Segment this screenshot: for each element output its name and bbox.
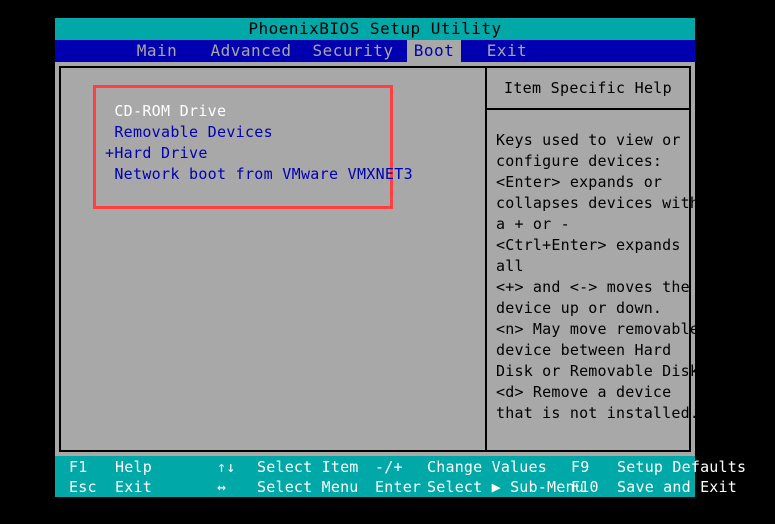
help-text-line: a + or - [496, 215, 570, 233]
footer-action-save-and-exit: Save and Exit [617, 478, 737, 496]
footer-key-f1[interactable]: F1 [69, 457, 111, 477]
boot-item-prefix [105, 165, 114, 183]
boot-item-label: Hard Drive [114, 144, 208, 162]
help-text-line: all [496, 257, 524, 275]
help-text-line: <+> and <-> moves the [496, 278, 690, 296]
footer-key-bar: F1 Help ↑↓ Select Item -/+ Change Values… [55, 456, 746, 497]
tab-exit[interactable]: Exit [467, 40, 547, 62]
help-text-line: <Enter> expands or [496, 173, 663, 191]
footer-key-f10[interactable]: F10 [571, 477, 615, 497]
footer-action-setup-defaults: Setup Defaults [617, 458, 747, 476]
help-text-line: collapses devices with [496, 194, 700, 212]
help-panel-text: Keys used to view or configure devices: … [496, 130, 700, 424]
help-text-line: that is not installed. [496, 404, 700, 422]
boot-item-prefix: + [105, 144, 115, 162]
up-down-arrow-icon: ↑↓ [217, 458, 236, 476]
page-title: PhoenixBIOS Setup Utility [55, 18, 695, 40]
help-panel-title: Item Specific Help [504, 79, 672, 97]
footer-key-f9[interactable]: F9 [571, 457, 615, 477]
boot-item-label: CD-ROM Drive [114, 102, 227, 120]
help-text-line: device between Hard [496, 341, 672, 359]
boot-item-prefix [105, 123, 114, 141]
help-text-line: device up or down. [496, 299, 663, 317]
footer-key-esc[interactable]: Esc [69, 477, 111, 497]
help-text-line: <n> May move removable [496, 320, 700, 338]
footer-action-select-submenu: Select ▶ Sub-Menu [427, 478, 584, 496]
tab-security[interactable]: Security [305, 40, 401, 62]
list-item[interactable]: CD-ROM Drive [105, 101, 395, 122]
help-text-line: <Ctrl+Enter> expands [496, 236, 681, 254]
list-item[interactable]: Removable Devices [105, 122, 395, 143]
left-right-arrow-icon: ↔ [217, 478, 227, 496]
footer-action-select-item: Select Item [257, 458, 359, 476]
help-text-line: Disk or Removable Disk [496, 362, 700, 380]
body-area: CD-ROM Drive Removable Devices +Hard Dri… [55, 62, 700, 456]
tab-main[interactable]: Main [117, 40, 197, 62]
boot-order-panel: CD-ROM Drive Removable Devices +Hard Dri… [61, 68, 485, 450]
footer-action-exit: Exit [115, 478, 152, 496]
list-item[interactable]: +Hard Drive [105, 143, 395, 164]
help-panel-divider [487, 108, 689, 110]
help-text-line: <d> Remove a device [496, 383, 672, 401]
boot-order-list: CD-ROM Drive Removable Devices +Hard Dri… [105, 101, 413, 185]
bios-screen: PhoenixBIOS Setup Utility Main Advanced … [55, 18, 746, 497]
footer-action-select-menu: Select Menu [257, 478, 359, 496]
list-item[interactable]: Network boot from VMware VMXNET3 [105, 164, 412, 185]
help-text-line: configure devices: [496, 152, 663, 170]
tab-advanced[interactable]: Advanced [203, 40, 299, 62]
help-text-line: Keys used to view or [496, 131, 681, 149]
menu-bar: Main Advanced Security Boot Exit [55, 40, 695, 62]
boot-item-prefix [105, 102, 114, 120]
boot-item-label: Removable Devices [114, 123, 273, 141]
footer-action-change-values: Change Values [427, 458, 547, 476]
footer-action-help: Help [115, 458, 152, 476]
content-frame: CD-ROM Drive Removable Devices +Hard Dri… [59, 66, 700, 452]
tab-boot[interactable]: Boot [407, 40, 461, 62]
boot-item-label: Network boot from VMware VMXNET3 [114, 165, 413, 183]
item-specific-help-panel: Item Specific Help Keys used to view or … [487, 68, 700, 450]
